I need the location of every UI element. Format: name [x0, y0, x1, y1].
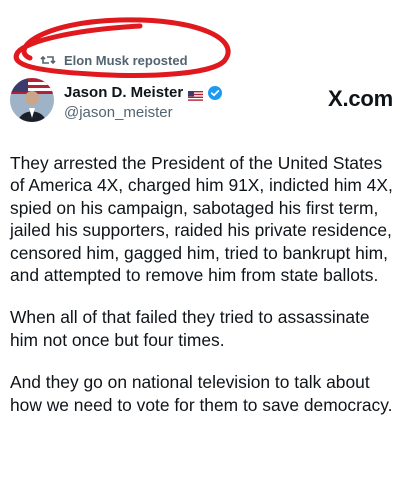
- repost-indicator: Elon Musk reposted: [40, 52, 188, 68]
- repost-icon: [40, 52, 56, 68]
- post-text: They arrested the President of the Unite…: [10, 152, 400, 436]
- verified-badge-icon: [208, 85, 223, 100]
- us-flag-icon: [188, 88, 204, 101]
- post-paragraph: When all of that failed they tried to as…: [10, 307, 370, 350]
- avatar[interactable]: [10, 78, 54, 122]
- author-name[interactable]: Jason D. Meister: [64, 84, 183, 101]
- post-header: Jason D. Meister @jason_meister X.com: [10, 78, 399, 132]
- post-paragraph: They arrested the President of the Unite…: [10, 153, 393, 286]
- repost-text: Elon Musk reposted: [64, 52, 188, 68]
- author-name-line[interactable]: Jason D. Meister: [64, 84, 223, 101]
- author-handle[interactable]: @jason_meister: [64, 104, 173, 121]
- site-label: X.com: [327, 86, 393, 111]
- post-paragraph: And they go on national television to ta…: [10, 372, 393, 415]
